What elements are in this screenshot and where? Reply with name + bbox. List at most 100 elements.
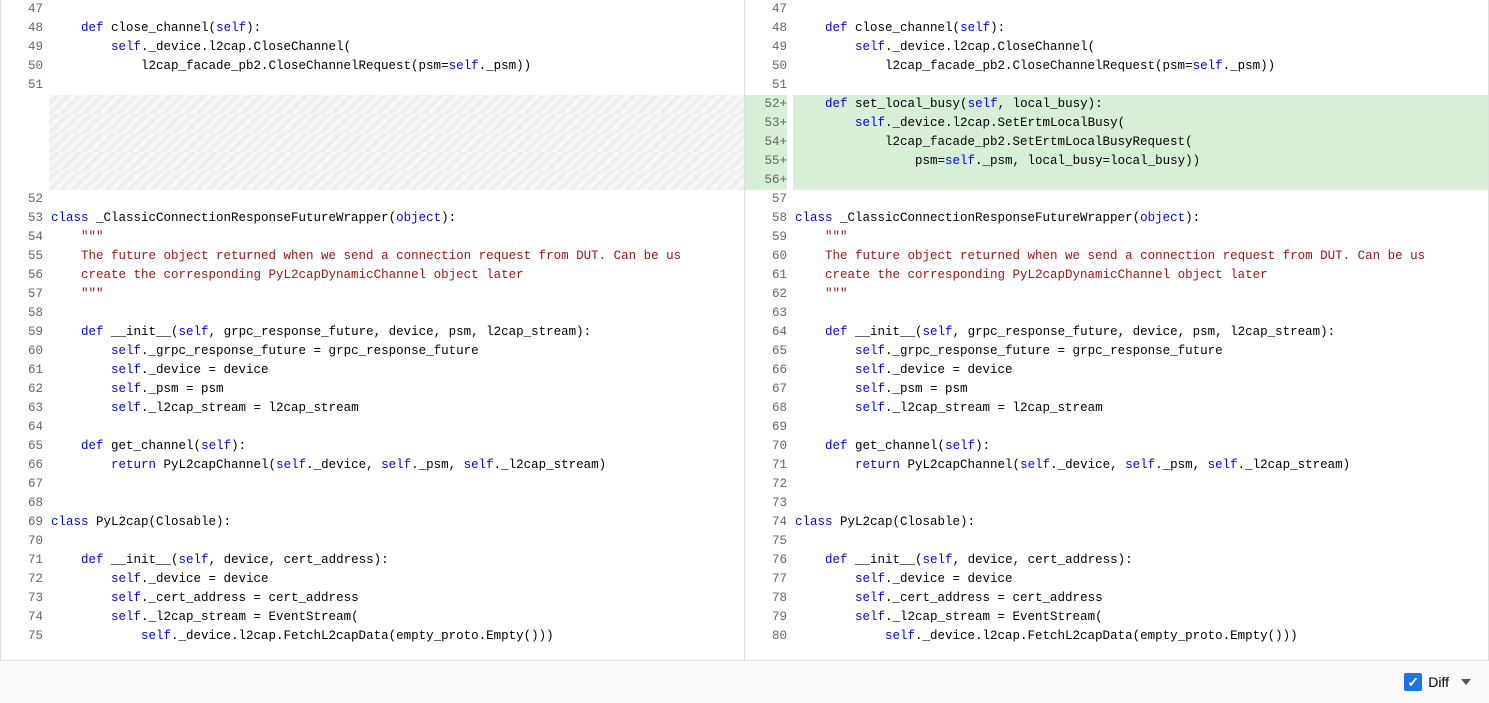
right-line-number[interactable]: 77 [745,570,787,589]
right-code-line[interactable]: return PyL2capChannel(self._device, self… [793,456,1488,475]
right-line-number[interactable]: 79 [745,608,787,627]
left-line-number[interactable]: 58 [1,304,43,323]
left-code-line[interactable]: self._psm = psm [49,380,744,399]
right-code-line[interactable]: psm=self._psm, local_busy=local_busy)) [793,152,1488,171]
right-line-number[interactable]: 47 [745,0,787,19]
right-line-number[interactable]: 66 [745,361,787,380]
right-code-line[interactable] [793,304,1488,323]
right-line-number[interactable]: 48 [745,19,787,38]
right-line-number[interactable]: 69 [745,418,787,437]
left-code-line[interactable]: self._cert_address = cert_address [49,589,744,608]
left-code-line[interactable]: self._device = device [49,570,744,589]
right-code-line[interactable]: self._psm = psm [793,380,1488,399]
left-code-line[interactable] [49,475,744,494]
left-line-number[interactable] [1,152,43,171]
left-line-number[interactable]: 70 [1,532,43,551]
right-line-number[interactable]: 55+ [745,152,787,171]
left-line-number[interactable]: 57 [1,285,43,304]
right-code-line[interactable] [793,0,1488,19]
left-line-number[interactable]: 54 [1,228,43,247]
right-code-line[interactable] [793,171,1488,190]
right-line-number[interactable]: 70 [745,437,787,456]
diff-toggle[interactable]: ✓ Diff [1404,673,1471,692]
right-line-number[interactable]: 50 [745,57,787,76]
right-code-line[interactable] [793,418,1488,437]
left-code-line[interactable]: def close_channel(self): [49,19,744,38]
right-code-line[interactable]: self._grpc_response_future = grpc_respon… [793,342,1488,361]
left-code-line[interactable] [49,0,744,19]
left-code-line[interactable]: self._device = device [49,361,744,380]
left-line-number[interactable]: 66 [1,456,43,475]
left-line-number[interactable]: 71 [1,551,43,570]
right-code-line[interactable]: The future object returned when we send … [793,247,1488,266]
right-line-number[interactable]: 72 [745,475,787,494]
left-code-line[interactable]: self._device.l2cap.FetchL2capData(empty_… [49,627,744,646]
left-line-number[interactable]: 48 [1,19,43,38]
left-code-line[interactable] [49,532,744,551]
left-code-line[interactable] [49,152,744,171]
right-code-line[interactable]: self._device.l2cap.SetErtmLocalBusy( [793,114,1488,133]
left-code-line[interactable] [49,95,744,114]
left-code-line[interactable]: self._l2cap_stream = l2cap_stream [49,399,744,418]
left-line-number[interactable]: 62 [1,380,43,399]
right-code-line[interactable]: l2cap_facade_pb2.SetErtmLocalBusyRequest… [793,133,1488,152]
right-code-line[interactable]: class PyL2cap(Closable): [793,513,1488,532]
right-code-line[interactable]: self._cert_address = cert_address [793,589,1488,608]
left-code-line[interactable] [49,171,744,190]
right-code-line[interactable]: def __init__(self, device, cert_address)… [793,551,1488,570]
right-line-number[interactable]: 57 [745,190,787,209]
left-code[interactable]: def close_channel(self): self._device.l2… [49,0,744,660]
left-code-line[interactable] [49,304,744,323]
left-code-line[interactable] [49,494,744,513]
right-line-number[interactable]: 78 [745,589,787,608]
right-line-number[interactable]: 74 [745,513,787,532]
left-code-line[interactable]: create the corresponding PyL2capDynamicC… [49,266,744,285]
right-line-number[interactable]: 61 [745,266,787,285]
right-code-line[interactable]: l2cap_facade_pb2.CloseChannelRequest(psm… [793,57,1488,76]
right-code-line[interactable]: def get_channel(self): [793,437,1488,456]
left-line-number[interactable]: 67 [1,475,43,494]
right-line-number[interactable]: 58 [745,209,787,228]
right-code-line[interactable]: class _ClassicConnectionResponseFutureWr… [793,209,1488,228]
left-code-line[interactable]: """ [49,285,744,304]
left-line-number[interactable] [1,171,43,190]
left-code-line[interactable]: def __init__(self, device, cert_address)… [49,551,744,570]
left-line-number[interactable] [1,114,43,133]
left-code-line[interactable] [49,114,744,133]
right-code-line[interactable]: """ [793,285,1488,304]
right-code-line[interactable]: create the corresponding PyL2capDynamicC… [793,266,1488,285]
left-code-line[interactable]: return PyL2capChannel(self._device, self… [49,456,744,475]
left-line-number[interactable]: 63 [1,399,43,418]
left-line-number[interactable]: 73 [1,589,43,608]
left-line-number[interactable]: 47 [1,0,43,19]
right-code-line[interactable]: self._l2cap_stream = l2cap_stream [793,399,1488,418]
left-line-number[interactable]: 68 [1,494,43,513]
right-line-number[interactable]: 68 [745,399,787,418]
right-line-number[interactable]: 53+ [745,114,787,133]
left-code-line[interactable]: self._l2cap_stream = EventStream( [49,608,744,627]
right-line-number[interactable]: 63 [745,304,787,323]
right-code-line[interactable]: self._device.l2cap.CloseChannel( [793,38,1488,57]
right-line-number[interactable]: 52+ [745,95,787,114]
left-line-number[interactable]: 59 [1,323,43,342]
right-line-number[interactable]: 54+ [745,133,787,152]
left-line-number[interactable]: 50 [1,57,43,76]
left-line-number[interactable]: 49 [1,38,43,57]
left-line-number[interactable]: 52 [1,190,43,209]
right-code[interactable]: def close_channel(self): self._device.l2… [793,0,1488,660]
left-line-number[interactable] [1,133,43,152]
right-code-line[interactable]: self._device = device [793,361,1488,380]
right-code-line[interactable]: def set_local_busy(self, local_busy): [793,95,1488,114]
left-code-line[interactable] [49,133,744,152]
left-code-line[interactable]: self._grpc_response_future = grpc_respon… [49,342,744,361]
right-line-number[interactable]: 60 [745,247,787,266]
right-code-line[interactable] [793,532,1488,551]
right-code-line[interactable] [793,76,1488,95]
left-code-line[interactable] [49,76,744,95]
right-line-number[interactable]: 80 [745,627,787,646]
left-line-number[interactable]: 55 [1,247,43,266]
right-line-number[interactable]: 56+ [745,171,787,190]
chevron-down-icon[interactable] [1461,679,1471,685]
right-code-line[interactable]: self._device.l2cap.FetchL2capData(empty_… [793,627,1488,646]
right-line-number[interactable]: 73 [745,494,787,513]
